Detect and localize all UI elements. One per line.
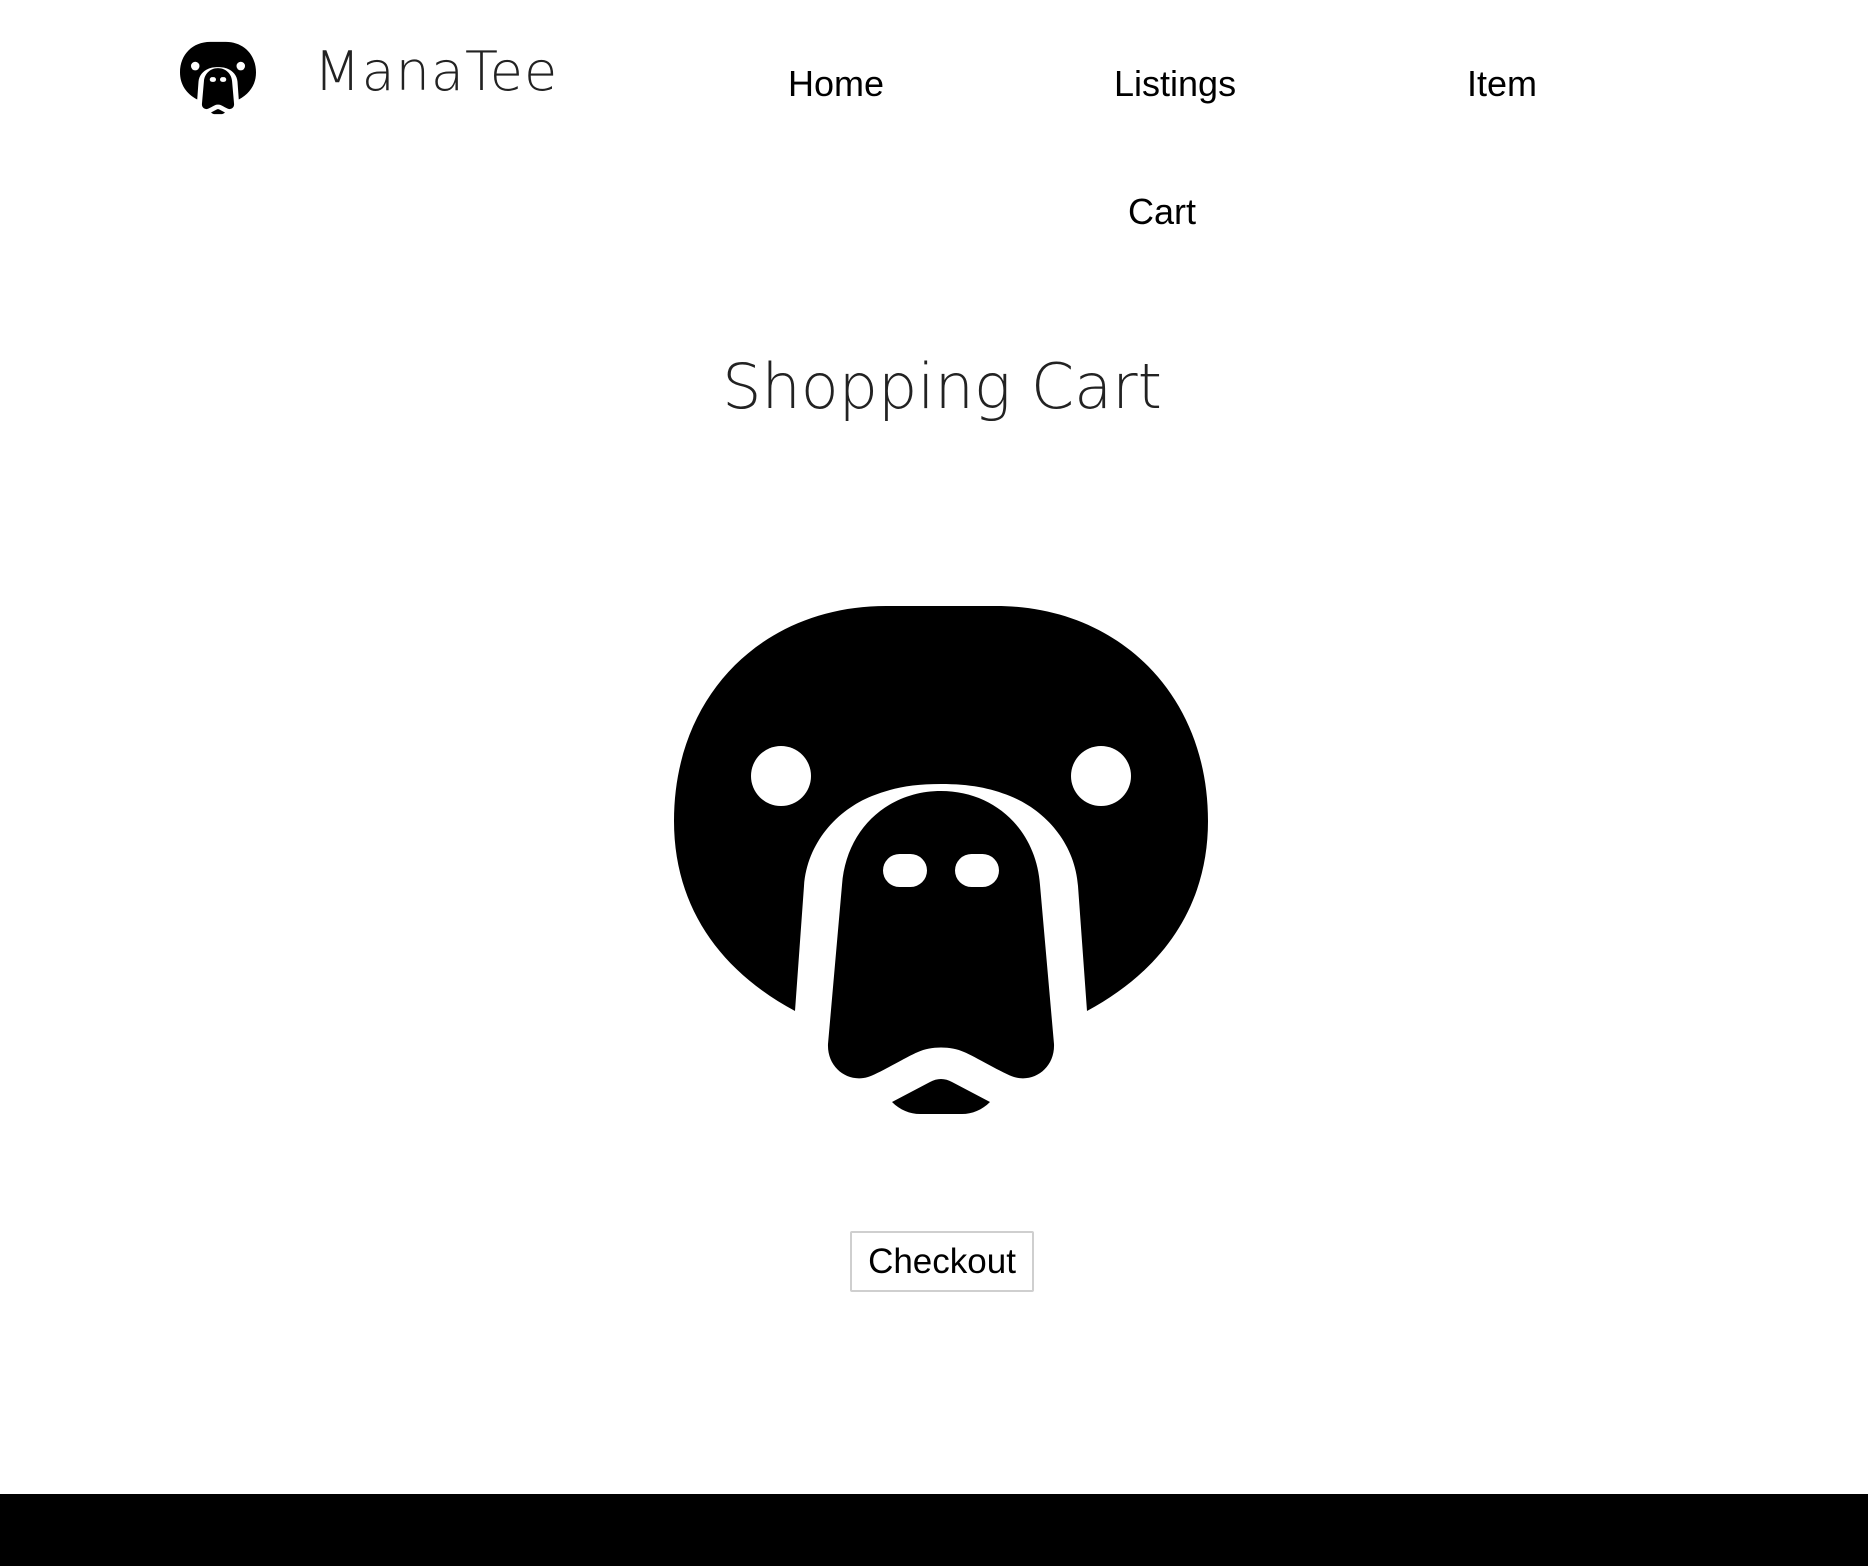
manatee-face-icon — [674, 606, 1208, 1114]
nav-item-link[interactable]: Item — [1467, 64, 1537, 104]
manatee-logo-icon[interactable] — [180, 40, 256, 116]
footer — [0, 1494, 1868, 1566]
checkout-button[interactable]: Checkout — [850, 1231, 1034, 1292]
brand-name[interactable]: ManaTee — [314, 40, 558, 104]
page-title: Shopping Cart — [722, 350, 1162, 423]
nav-cart-link[interactable]: Cart — [1128, 192, 1196, 232]
nav-listings-link[interactable]: Listings — [1114, 64, 1236, 104]
nav-home-link[interactable]: Home — [788, 64, 884, 104]
